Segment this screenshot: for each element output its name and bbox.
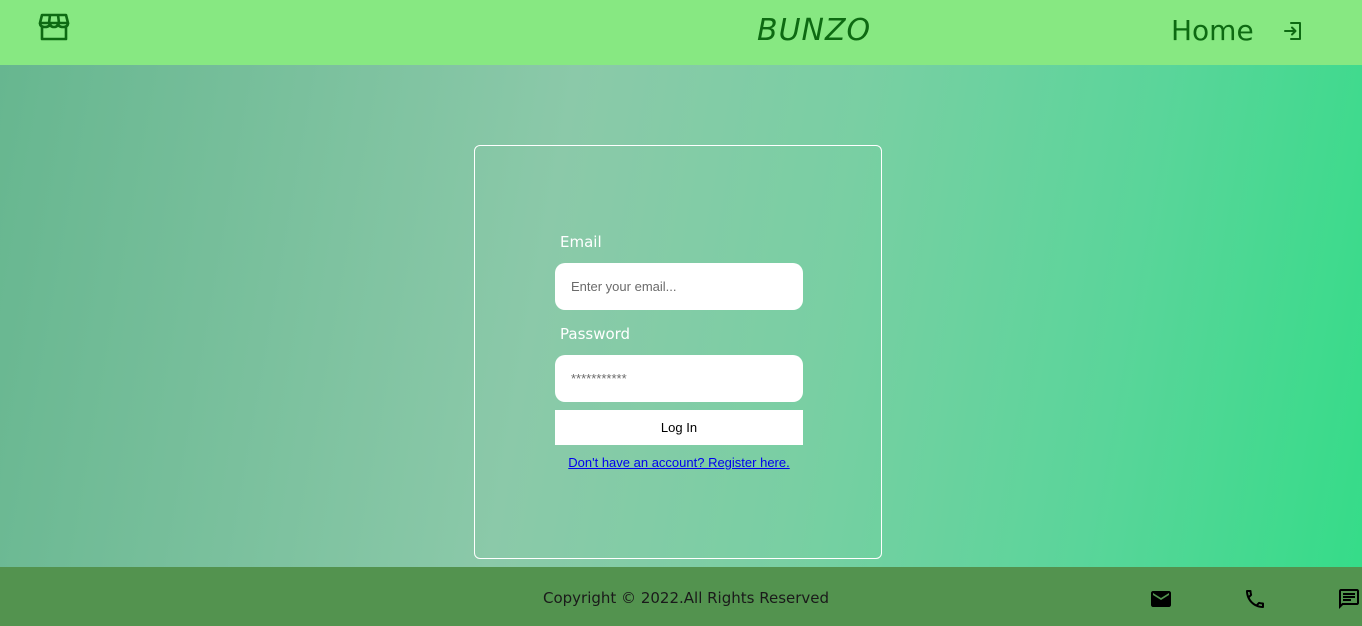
phone-icon[interactable] — [1243, 587, 1267, 611]
password-field[interactable] — [555, 355, 803, 402]
home-link[interactable]: Home — [1171, 14, 1254, 47]
login-card: Email Password Log In Don't have an acco… — [474, 145, 882, 559]
register-link[interactable]: Don't have an account? Register here. — [555, 455, 803, 470]
brand-title: BUNZO — [757, 13, 872, 48]
login-icon[interactable] — [1282, 20, 1304, 42]
copyright-text: Copyright © 2022.All Rights Reserved — [543, 589, 830, 607]
chat-icon[interactable] — [1337, 587, 1361, 611]
store-icon[interactable] — [38, 11, 70, 43]
top-nav-bar: BUNZO Home — [0, 0, 1362, 65]
password-label: Password — [560, 325, 631, 343]
login-button[interactable]: Log In — [555, 410, 803, 445]
email-label: Email — [560, 233, 602, 251]
footer: Copyright © 2022.All Rights Reserved — [0, 567, 1362, 626]
email-field[interactable] — [555, 263, 803, 310]
mail-icon[interactable] — [1149, 587, 1173, 611]
